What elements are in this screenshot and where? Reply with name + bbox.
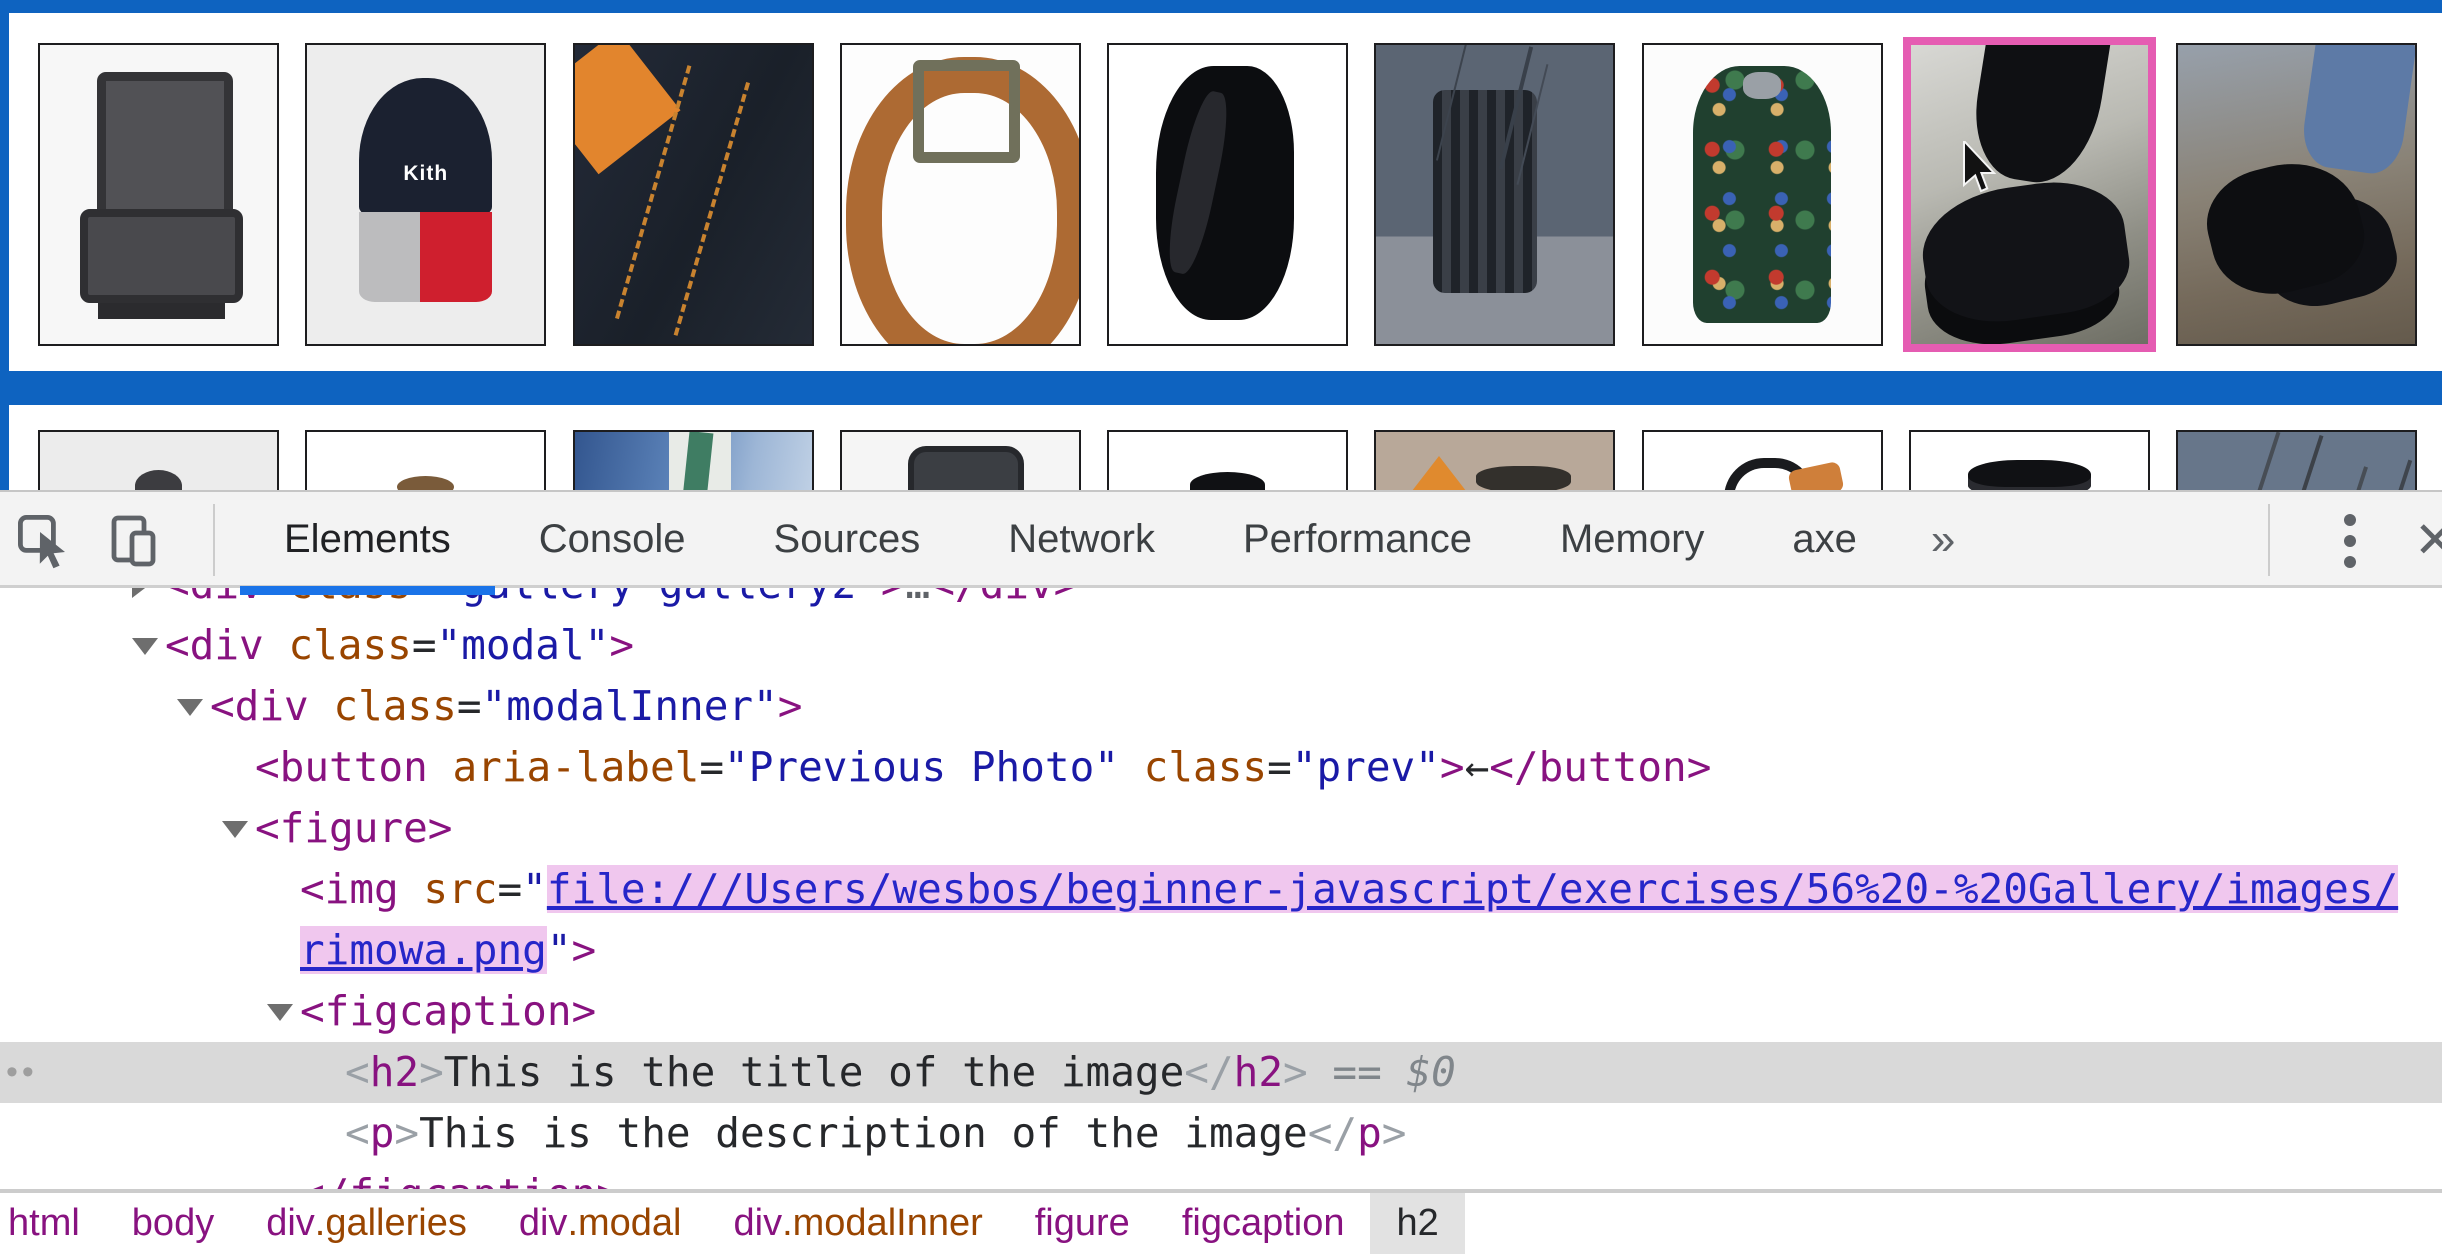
expand-arrow-icon[interactable] xyxy=(132,638,158,655)
gallery-divider-border xyxy=(0,371,2442,405)
breadcrumb-figcaption[interactable]: figcaption xyxy=(1156,1193,1371,1254)
tab-overflow-chevron-icon[interactable]: » xyxy=(1901,492,1985,587)
devtools-tab-bar: ElementsConsoleSourcesNetworkPerformance… xyxy=(240,492,1985,587)
dom-node-text: <h2>This is the title of the image</h2> … xyxy=(345,1042,1456,1103)
tab-performance[interactable]: Performance xyxy=(1199,492,1516,587)
gallery-thumbnail-denim-jeans[interactable] xyxy=(573,43,814,346)
gallery-thumbnail-leather-belt[interactable] xyxy=(840,43,1081,346)
gallery-left-border xyxy=(0,0,9,490)
dom-tree-line[interactable]: <div class="modal"> xyxy=(0,615,2442,676)
mouse-cursor-icon xyxy=(1962,141,2002,197)
device-toolbar-icon[interactable] xyxy=(106,513,162,569)
gallery-thumbnail-camp-chair[interactable] xyxy=(38,43,279,346)
tab-network[interactable]: Network xyxy=(964,492,1199,587)
dom-tree-line[interactable]: <img src="file:///Users/wesbos/beginner-… xyxy=(0,859,2442,920)
inspect-element-icon[interactable] xyxy=(16,513,72,569)
selected-line-gutter-dots: •• xyxy=(6,1042,38,1103)
dom-tree-line[interactable]: rimowa.png"> xyxy=(0,920,2442,981)
dom-node-text: <figure> xyxy=(255,798,452,859)
dom-node-text: <figcaption> xyxy=(300,981,596,1042)
dom-tree-line[interactable]: <h2>This is the title of the image</h2> … xyxy=(0,1042,2442,1103)
expand-arrow-icon[interactable] xyxy=(267,1004,293,1021)
breadcrumb-body[interactable]: body xyxy=(106,1193,240,1254)
img-src-link[interactable]: file:///Users/wesbos/beginner-javascript… xyxy=(547,865,2398,913)
dom-tree-line[interactable]: </figcaption> xyxy=(0,1164,2442,1189)
dom-tree-line[interactable]: <p>This is the description of the image<… xyxy=(0,1103,2442,1164)
breadcrumb-div.galleries[interactable]: div.galleries xyxy=(240,1193,493,1254)
gallery-top-border xyxy=(0,0,2442,13)
dom-tree-line[interactable]: <figure> xyxy=(0,798,2442,859)
gallery-thumbnail-floral-jacket[interactable] xyxy=(1642,43,1883,346)
toolbar-separator xyxy=(213,504,215,576)
breadcrumb-figure[interactable]: figure xyxy=(1009,1193,1156,1254)
tab-axe[interactable]: axe xyxy=(1748,492,1901,587)
dom-node-text: rimowa.png"> xyxy=(300,920,596,981)
gallery-thumbnail-kith-hoodie[interactable]: Kith xyxy=(305,43,546,346)
devtools-toolbar: ElementsConsoleSourcesNetworkPerformance… xyxy=(0,490,2442,588)
dom-tree-line[interactable]: <figcaption> xyxy=(0,981,2442,1042)
dom-tree-line[interactable]: <button aria-label="Previous Photo" clas… xyxy=(0,737,2442,798)
dom-node-text: <div class="modal"> xyxy=(165,615,634,676)
dom-tree-line[interactable]: <div class="modalInner"> xyxy=(0,676,2442,737)
breadcrumb-div.modalInner[interactable]: div.modalInner xyxy=(708,1193,1009,1254)
expand-arrow-icon[interactable] xyxy=(222,821,248,838)
gallery-thumbnail-rimowa-suitcase[interactable] xyxy=(1374,43,1615,346)
breadcrumb-h2[interactable]: h2 xyxy=(1370,1193,1464,1254)
close-devtools-icon[interactable]: ✕ xyxy=(2414,508,2442,572)
img-src-link[interactable]: rimowa.png xyxy=(300,926,547,974)
tab-sources[interactable]: Sources xyxy=(730,492,965,587)
browser-window: Kith <div class="gallery gallery2">…</di… xyxy=(0,0,2442,1254)
toolbar-separator xyxy=(2268,504,2270,576)
breadcrumb: htmlbodydiv.galleriesdiv.modaldiv.modalI… xyxy=(0,1189,2442,1254)
gallery-thumbnail-black-backpack[interactable] xyxy=(1107,43,1348,346)
dom-node-text: </figcaption> xyxy=(300,1164,621,1189)
hoodie-logo-text: Kith xyxy=(403,162,448,186)
tab-elements[interactable]: Elements xyxy=(240,492,495,587)
breadcrumb-div.modal[interactable]: div.modal xyxy=(493,1193,708,1254)
tab-memory[interactable]: Memory xyxy=(1516,492,1748,587)
dom-node-text: <button aria-label="Previous Photo" clas… xyxy=(255,737,1711,798)
dom-node-text: <img src="file:///Users/wesbos/beginner-… xyxy=(300,859,2398,920)
expand-arrow-icon[interactable] xyxy=(177,699,203,716)
dom-node-text: <p>This is the description of the image<… xyxy=(345,1103,1406,1164)
gallery-thumbnail-black-sneakers[interactable] xyxy=(1903,37,2156,352)
dom-node-text: <div class="modalInner"> xyxy=(210,676,802,737)
more-options-icon[interactable] xyxy=(2338,514,2362,568)
gallery-thumbnail-vapormax-sneakers[interactable] xyxy=(2176,43,2417,346)
devtools-panel: <div class="gallery gallery2">…</div><di… xyxy=(0,490,2442,1254)
breadcrumb-html[interactable]: html xyxy=(0,1193,106,1254)
tab-console[interactable]: Console xyxy=(495,492,730,587)
